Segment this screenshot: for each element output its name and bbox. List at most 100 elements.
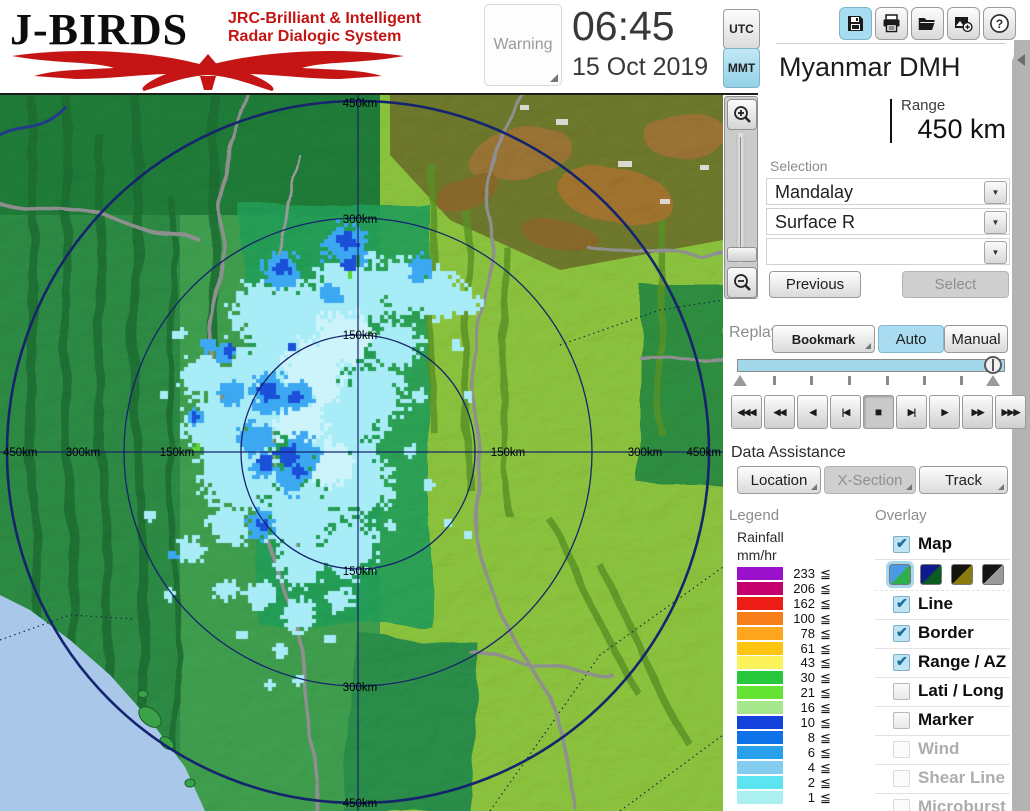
legend-lte-symbol: ≦ <box>820 745 831 761</box>
legend-row: 162≦ <box>731 596 851 611</box>
mmt-button[interactable]: MMT <box>723 48 760 88</box>
overlay-item-wind[interactable]: Wind <box>875 736 1010 765</box>
rewind-button[interactable]: ◀◀ <box>764 395 795 429</box>
zoom-slider-track[interactable] <box>736 133 746 263</box>
logo-tagline: JRC-Brilliant & Intelligent Radar Dialog… <box>228 10 421 46</box>
forward-button[interactable]: ▶▶ <box>962 395 993 429</box>
zoom-out-button[interactable] <box>727 267 757 298</box>
corner-triangle-icon <box>998 484 1004 490</box>
marker-checkbox[interactable] <box>893 712 910 729</box>
product-dropdown[interactable]: Surface R ▼ <box>766 208 1010 235</box>
legend-row: 8≦ <box>731 730 851 745</box>
ring-label: 300km <box>628 447 663 459</box>
open-file-button[interactable] <box>911 7 944 40</box>
overlay-item-line[interactable]: Line <box>875 591 1010 620</box>
legend-value: 16 <box>775 700 815 715</box>
range-value: 450 km <box>917 114 1006 145</box>
zoom-in-icon <box>732 105 752 125</box>
map-style-swatch-4[interactable] <box>982 564 1004 585</box>
legend-row: 100≦ <box>731 611 851 626</box>
jbirds-window: J-BIRDS JRC-Brilliant & Intelligent Rada… <box>0 0 1030 811</box>
ring-label: 300km <box>66 447 101 459</box>
legend-lte-symbol: ≦ <box>820 655 831 671</box>
legend-row: 21≦ <box>731 685 851 700</box>
select-button[interactable]: Select <box>902 271 1009 298</box>
legend-row: 78≦ <box>731 626 851 641</box>
slider-tick <box>773 376 776 385</box>
border-label: Border <box>918 623 974 643</box>
help-button[interactable]: ? <box>983 7 1016 40</box>
legend-row: 6≦ <box>731 745 851 760</box>
legend-row: 61≦ <box>731 641 851 656</box>
add-image-button[interactable] <box>947 7 980 40</box>
overlay-item-microburst[interactable]: Microburst <box>875 794 1010 811</box>
range-az-label: Range / AZ <box>918 652 1006 672</box>
chevron-down-icon[interactable]: ▼ <box>984 181 1007 204</box>
chevron-down-icon[interactable]: ▼ <box>984 241 1007 264</box>
legend-row: 4≦ <box>731 760 851 775</box>
map-style-swatch-3[interactable] <box>951 564 973 585</box>
replay-slider-handle[interactable] <box>984 356 1002 374</box>
replay-slider-track[interactable] <box>737 359 1005 372</box>
utc-button[interactable]: UTC <box>723 9 760 49</box>
map-style-swatch-2[interactable] <box>920 564 942 585</box>
overlay-item-border[interactable]: Border <box>875 620 1010 649</box>
legend-lte-symbol: ≦ <box>820 715 831 731</box>
legend-value: 43 <box>775 655 815 670</box>
map-label: Map <box>918 534 952 554</box>
line-checkbox[interactable] <box>893 596 910 613</box>
skip-start-button[interactable]: |◀ <box>830 395 861 429</box>
bookmark-button[interactable]: Bookmark <box>772 325 875 353</box>
map-checkbox[interactable] <box>893 536 910 553</box>
overlay-item-map[interactable]: Map <box>875 531 1010 560</box>
rewind-fast-button[interactable]: ◀◀◀ <box>731 395 762 429</box>
legend-unit-line2: mm/hr <box>737 547 777 563</box>
print-button[interactable] <box>875 7 908 40</box>
play-button[interactable]: ▶ <box>929 395 960 429</box>
map-style-swatches <box>875 560 1010 591</box>
help-icon: ? <box>989 13 1010 34</box>
legend-lte-symbol: ≦ <box>820 670 831 686</box>
forward-fast-button[interactable]: ▶▶▶ <box>995 395 1026 429</box>
location-button[interactable]: Location <box>737 466 821 494</box>
legend-row: 16≦ <box>731 700 851 715</box>
warning-button[interactable]: Warning <box>484 4 562 86</box>
overlay-item-lati-long[interactable]: Lati / Long <box>875 678 1010 707</box>
legend-lte-symbol: ≦ <box>820 790 831 806</box>
stop-button[interactable]: ■ <box>863 395 894 429</box>
option-dropdown[interactable]: ▼ <box>766 238 1010 265</box>
save-button[interactable] <box>839 7 872 40</box>
overlay-label: Overlay <box>875 507 927 524</box>
previous-button[interactable]: Previous <box>769 271 861 298</box>
legend-value: 21 <box>775 685 815 700</box>
clock-time: 06:45 <box>572 3 675 50</box>
chevron-down-icon[interactable]: ▼ <box>984 211 1007 234</box>
corner-triangle-icon <box>811 484 817 490</box>
folder-open-icon <box>918 14 937 33</box>
zoom-in-button[interactable] <box>727 99 757 130</box>
overlay-item-marker[interactable]: Marker <box>875 707 1010 736</box>
map-style-swatch-1[interactable] <box>889 564 911 585</box>
xsection-button[interactable]: X-Section <box>824 466 916 494</box>
step-back-button[interactable]: ◀ <box>797 395 828 429</box>
site-dropdown[interactable]: Mandalay ▼ <box>766 178 1010 205</box>
radar-map[interactable]: 450km300km150km150km300km450km450km300km… <box>0 95 723 811</box>
track-label: Track <box>945 472 982 489</box>
lati-long-checkbox[interactable] <box>893 683 910 700</box>
lati-long-label: Lati / Long <box>918 681 1004 701</box>
range-az-checkbox[interactable] <box>893 654 910 671</box>
manual-button[interactable]: Manual <box>944 325 1008 353</box>
wind-label: Wind <box>918 739 959 759</box>
collapse-panel-arrow-icon[interactable] <box>1017 54 1025 66</box>
toolbar: ? <box>839 7 1016 40</box>
zoom-slider-handle[interactable] <box>727 247 757 262</box>
overlay-item-shear-line[interactable]: Shear Line <box>875 765 1010 794</box>
auto-button[interactable]: Auto <box>878 325 944 353</box>
logo-tagline-1: JRC-Brilliant & Intelligent <box>228 10 421 28</box>
skip-end-button[interactable]: ▶| <box>896 395 927 429</box>
border-checkbox[interactable] <box>893 625 910 642</box>
track-button[interactable]: Track <box>919 466 1008 494</box>
microburst-label: Microburst <box>918 797 1006 811</box>
overlay-item-range-az[interactable]: Range / AZ <box>875 649 1010 678</box>
marker-label: Marker <box>918 710 974 730</box>
